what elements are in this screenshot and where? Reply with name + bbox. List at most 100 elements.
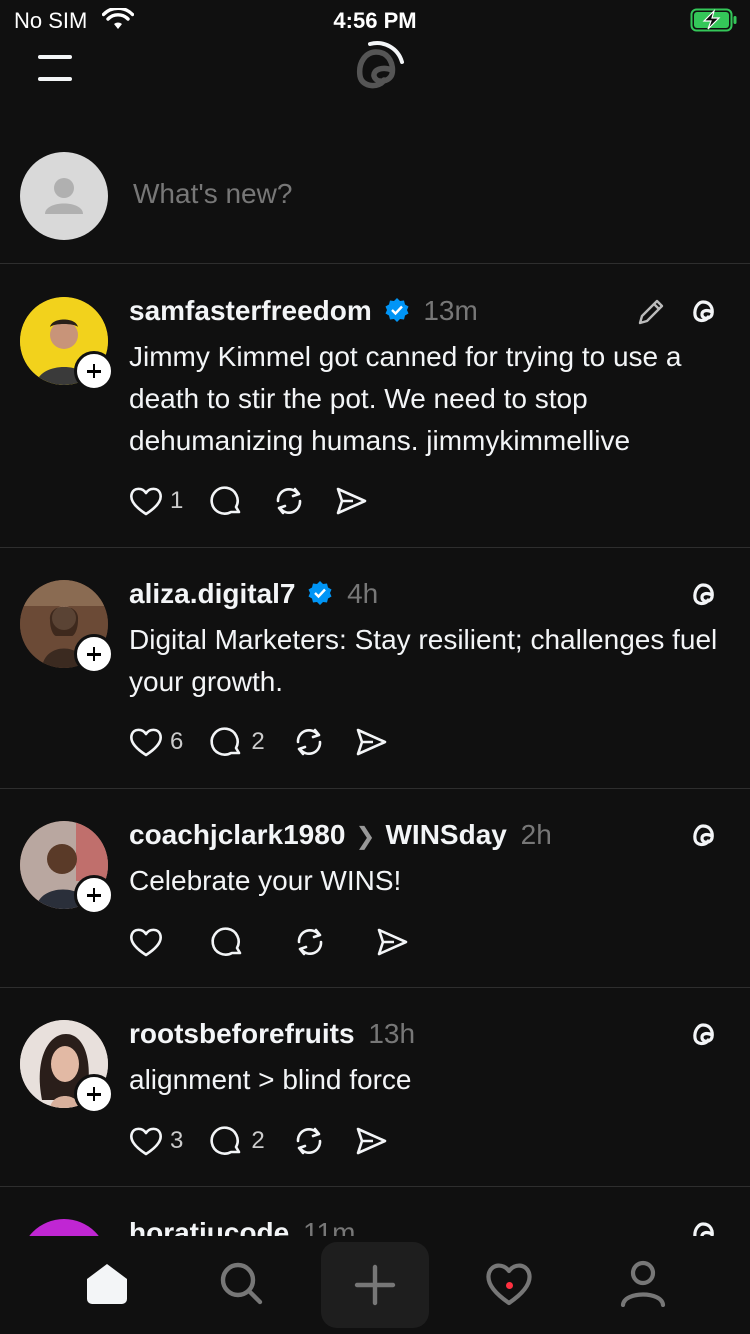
compose-input[interactable]: What's new? <box>133 178 292 210</box>
username[interactable]: samfasterfreedom <box>129 295 372 326</box>
chevron-right-icon: ❯ <box>355 823 376 850</box>
reply-button[interactable]: 2 <box>209 1123 265 1159</box>
nav-search[interactable] <box>186 1236 296 1330</box>
verified-badge-icon <box>308 581 332 605</box>
bottom-nav <box>0 1236 750 1334</box>
follow-button[interactable] <box>74 1074 114 1114</box>
like-count: 1 <box>170 487 184 514</box>
post-time: 11m <box>303 1217 356 1236</box>
like-button[interactable]: 1 <box>128 483 183 519</box>
plus-icon <box>354 1264 396 1306</box>
nav-create[interactable] <box>321 1242 429 1328</box>
username[interactable]: horatiucode <box>129 1217 289 1236</box>
send-icon <box>356 1127 387 1155</box>
composer[interactable]: What's new? <box>0 150 750 264</box>
send-icon <box>337 487 367 515</box>
repost-button[interactable] <box>291 1123 327 1159</box>
profile-placeholder-icon <box>45 178 83 214</box>
like-count: 6 <box>170 728 184 755</box>
follow-button[interactable] <box>74 634 114 674</box>
post-header: aliza.digital7 4h <box>129 578 378 610</box>
heart-icon <box>130 928 162 957</box>
send-icon <box>356 728 387 756</box>
threads-icon[interactable] <box>684 578 720 614</box>
follow-button[interactable] <box>74 351 114 391</box>
threads-icon[interactable] <box>684 819 720 855</box>
reply-button[interactable] <box>209 483 245 519</box>
repost-button[interactable] <box>271 483 307 519</box>
menu-button[interactable] <box>36 50 76 84</box>
menu-icon <box>38 55 72 59</box>
reply-count: 2 <box>251 728 265 755</box>
heart-icon <box>130 1127 162 1156</box>
post[interactable]: samfasterfreedom 13m Jimmy Kimmel got ca… <box>0 265 750 548</box>
username[interactable]: coachjclark1980 <box>129 819 345 850</box>
comment-icon <box>211 927 242 956</box>
profile-icon <box>620 1260 666 1307</box>
post-actions: 3 2 <box>128 1121 415 1161</box>
clock: 4:56 PM <box>333 8 417 33</box>
avatar <box>20 152 108 240</box>
repost-button[interactable] <box>292 924 328 960</box>
post-text: Jimmy Kimmel got canned for trying to us… <box>129 341 682 456</box>
notification-dot <box>506 1282 513 1289</box>
status-bar: No SIM 4:56 PM <box>0 0 750 40</box>
reply-button[interactable] <box>210 924 246 960</box>
comment-icon <box>210 727 241 756</box>
like-button[interactable]: 3 <box>128 1123 183 1159</box>
top-bar <box>0 36 750 106</box>
share-button[interactable] <box>374 924 410 960</box>
nav-home[interactable] <box>52 1236 162 1330</box>
avatar[interactable] <box>20 1219 108 1236</box>
post-time: 13m <box>423 295 478 326</box>
threads-logo[interactable] <box>340 36 410 106</box>
comment-icon <box>210 1126 241 1155</box>
repost-icon <box>296 728 322 756</box>
repost-icon <box>277 487 302 515</box>
heart-icon <box>130 487 162 516</box>
share-button[interactable] <box>353 724 389 760</box>
menu-icon-line <box>38 77 72 81</box>
username[interactable]: rootsbeforefruits <box>129 1018 355 1049</box>
post[interactable]: coachjclark1980 ❯ WINSday 2h Celebrate you… <box>0 789 750 988</box>
like-button[interactable] <box>128 924 164 960</box>
post-header: samfasterfreedom 13m <box>129 295 478 327</box>
threads-icon[interactable] <box>684 1018 720 1054</box>
repost-icon <box>296 1127 322 1155</box>
verified-badge-icon <box>385 298 409 322</box>
topic-tag[interactable]: WINSday <box>386 819 507 850</box>
post-header: coachjclark1980 ❯ WINSday 2h <box>129 819 552 851</box>
post-actions <box>128 922 436 962</box>
post[interactable]: aliza.digital7 4h Digital Marketers: Sta… <box>0 548 750 789</box>
send-icon <box>377 928 408 956</box>
share-button[interactable] <box>353 1123 389 1159</box>
username[interactable]: aliza.digital7 <box>129 578 296 609</box>
repost-button[interactable] <box>291 724 327 760</box>
post-text: Celebrate your WINS! <box>129 865 402 896</box>
threads-icon[interactable] <box>684 295 720 331</box>
post-text: alignment > blind force <box>129 1064 412 1095</box>
battery-charging-icon <box>690 8 737 32</box>
like-button[interactable]: 6 <box>128 724 183 760</box>
comment-icon <box>210 486 241 515</box>
share-button[interactable] <box>333 483 369 519</box>
post-time: 13h <box>368 1018 416 1049</box>
post-header: horatiucode 11m <box>129 1217 355 1236</box>
heart-icon <box>130 728 162 757</box>
home-icon <box>87 1264 127 1304</box>
repost-icon <box>297 928 323 956</box>
post-actions: 6 2 <box>128 722 415 762</box>
nav-profile[interactable] <box>588 1236 698 1330</box>
search-icon <box>220 1262 263 1305</box>
threads-icon[interactable] <box>684 1217 720 1236</box>
reply-button[interactable]: 2 <box>209 724 265 760</box>
post-time: 4h <box>347 578 379 609</box>
follow-button[interactable] <box>74 875 114 915</box>
post-header: rootsbeforefruits 13h <box>129 1018 415 1050</box>
post[interactable]: horatiucode 11m <box>0 1187 750 1236</box>
post-text: Digital Marketers: Stay resilient; chall… <box>129 624 718 697</box>
post-time: 2h <box>520 819 552 850</box>
pencil-icon[interactable] <box>634 295 668 329</box>
reply-count: 2 <box>251 1127 265 1154</box>
post[interactable]: rootsbeforefruits 13h alignment > blind … <box>0 988 750 1187</box>
